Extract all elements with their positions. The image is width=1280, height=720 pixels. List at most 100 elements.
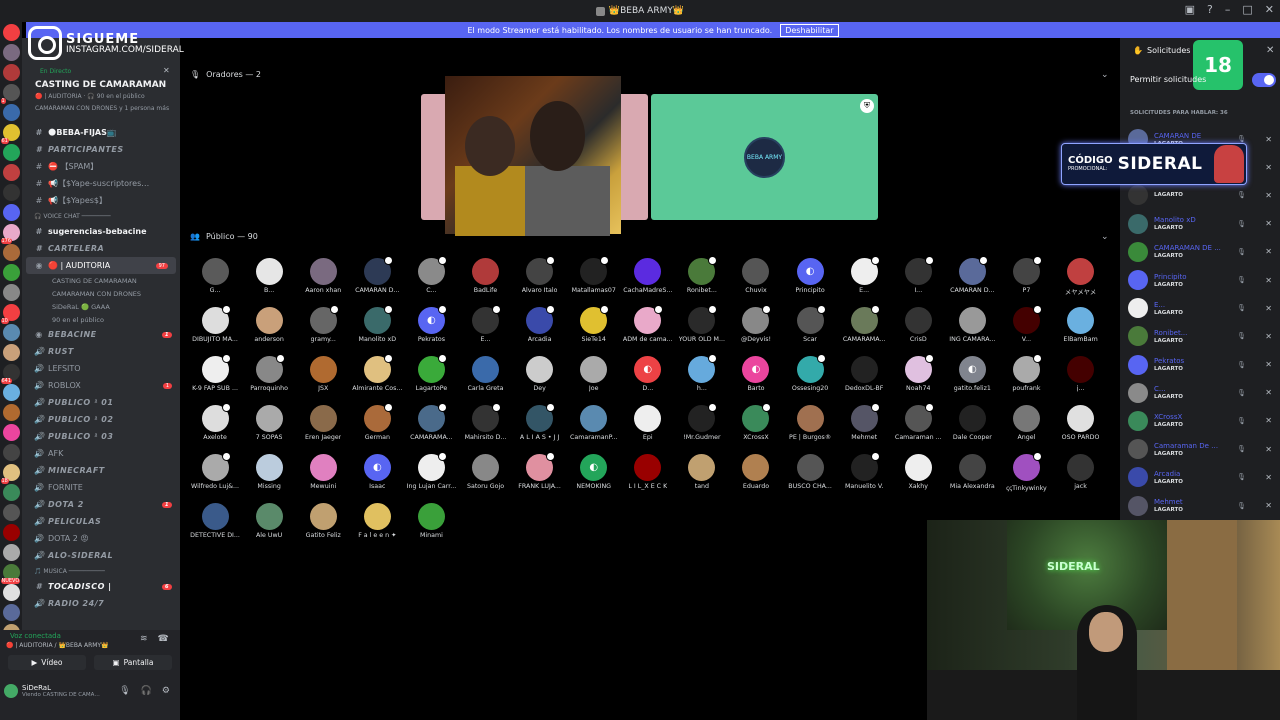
- speak-request-item[interactable]: Mehmet LAGARTO 🎙 ✕: [1128, 491, 1276, 519]
- audience-member[interactable]: I...: [891, 256, 945, 296]
- audience-member[interactable]: Ale UwU: [242, 503, 296, 541]
- dismiss-icon[interactable]: ✕: [1265, 360, 1272, 369]
- audience-member[interactable]: BadLife: [458, 258, 512, 296]
- audience-member[interactable]: ◐ Principito: [783, 258, 837, 296]
- invite-to-speak-icon[interactable]: 🎙: [1237, 502, 1246, 510]
- audience-member[interactable]: Xakhy: [891, 454, 945, 492]
- audience-member[interactable]: Mahirsito D...: [458, 403, 512, 443]
- speak-request-item[interactable]: Manolito xD LAGARTO 🎙 ✕: [1128, 210, 1276, 238]
- speak-request-item[interactable]: Arcadia LAGARTO 🎙 ✕: [1128, 463, 1276, 491]
- audience-member[interactable]: ◐ Pekratos: [404, 305, 458, 345]
- audience-member[interactable]: Dale Cooper: [945, 405, 999, 443]
- audience-member[interactable]: B...: [242, 258, 296, 296]
- audience-member[interactable]: Epi: [621, 405, 675, 443]
- video-button[interactable]: ▶ Vídeo: [8, 655, 86, 670]
- server-icon[interactable]: 176: [0, 224, 20, 244]
- audience-member[interactable]: Axelote: [188, 403, 242, 443]
- audience-member[interactable]: Ing Lujan Carr...: [404, 452, 458, 492]
- dismiss-icon[interactable]: ✕: [1265, 332, 1272, 341]
- invite-to-speak-icon[interactable]: 🎙: [1237, 191, 1246, 199]
- dismiss-icon[interactable]: ✕: [1265, 276, 1272, 285]
- server-icon[interactable]: [2, 384, 20, 401]
- audience-member[interactable]: Eren Jaeger: [296, 405, 350, 443]
- audience-member[interactable]: j...: [1054, 356, 1108, 394]
- dismiss-icon[interactable]: ✕: [1265, 191, 1272, 200]
- audience-member[interactable]: Chuvix: [729, 258, 783, 296]
- channel-item[interactable]: 🔊 FORNITE: [22, 479, 180, 496]
- dismiss-icon[interactable]: ✕: [1265, 219, 1272, 228]
- audience-member[interactable]: Satoru Gojo: [458, 454, 512, 492]
- chevron-down-icon[interactable]: ⌄: [1101, 70, 1109, 80]
- invite-to-speak-icon[interactable]: 🎙: [1237, 389, 1246, 397]
- invite-to-speak-icon[interactable]: 🎙: [1237, 473, 1246, 481]
- audience-member[interactable]: CamaramanP...: [567, 405, 621, 443]
- audience-member[interactable]: Mehmet: [837, 403, 891, 443]
- audience-member[interactable]: Dey: [513, 356, 567, 394]
- audience-member[interactable]: anderson: [242, 307, 296, 345]
- invite-to-speak-icon[interactable]: 🎙: [1237, 220, 1246, 228]
- audience-member[interactable]: ꞔꞔTinkywinky: [999, 452, 1053, 492]
- audience-member[interactable]: F a l e e n ✦: [350, 503, 404, 541]
- close-icon[interactable]: ✕: [1266, 45, 1274, 56]
- speak-request-item[interactable]: Ronibet... LAGARTO 🎙 ✕: [1128, 322, 1276, 350]
- channel-item[interactable]: 🔊 DOTA 2 1: [22, 496, 180, 513]
- channel-item[interactable]: 🔊 PUBLICO ¹ 01: [22, 394, 180, 411]
- audience-member[interactable]: Mewuini: [296, 454, 350, 492]
- audience-member[interactable]: Eduardo: [729, 454, 783, 492]
- avatar[interactable]: [4, 684, 18, 698]
- close-event-icon[interactable]: ✕: [163, 66, 170, 75]
- screen-share-button[interactable]: ▣ Pantalla: [94, 655, 172, 670]
- audience-member[interactable]: Mia Alexandra: [945, 454, 999, 492]
- invite-to-speak-icon[interactable]: 🎙: [1237, 248, 1246, 256]
- audience-member[interactable]: Manolito xD: [350, 305, 404, 345]
- audience-member[interactable]: Parroquinho: [242, 354, 296, 394]
- audience-member[interactable]: h...: [675, 354, 729, 394]
- audience-member[interactable]: ING CAMARA...: [945, 307, 999, 345]
- server-icon[interactable]: [2, 164, 20, 181]
- audience-member[interactable]: G...: [188, 258, 242, 296]
- audience-member[interactable]: ◐ D...: [621, 356, 675, 394]
- audience-member[interactable]: ◐ Isaac: [350, 454, 404, 492]
- help-icon[interactable]: ?: [1207, 3, 1213, 16]
- audience-member[interactable]: L I L_X E C K: [621, 454, 675, 492]
- audience-member[interactable]: YOUR OLD M...: [675, 305, 729, 345]
- audience-member[interactable]: JSX: [296, 356, 350, 394]
- audience-header[interactable]: 👥 Público — 90: [190, 232, 258, 241]
- audience-member[interactable]: DIBUJITO MA...: [188, 305, 242, 345]
- audience-member[interactable]: ADM de cama...: [621, 305, 675, 345]
- server-icon[interactable]: [2, 604, 20, 621]
- speak-request-item[interactable]: LAGARTO 🎙 ✕: [1128, 181, 1276, 209]
- channel-item[interactable]: # TOCADISCO | 6: [22, 578, 180, 595]
- audience-member[interactable]: Alvaro Italo: [513, 256, 567, 296]
- audience-member[interactable]: FRANK LUJA...: [513, 452, 567, 492]
- audience-member[interactable]: 7 SOPAS: [242, 405, 296, 443]
- channel-item[interactable]: 🔊 DOTA 2 😡: [22, 530, 180, 547]
- speak-request-item[interactable]: E... LAGARTO 🎙 ✕: [1128, 294, 1276, 322]
- audience-member[interactable]: Gatito Feliz: [296, 503, 350, 541]
- dismiss-icon[interactable]: ✕: [1265, 445, 1272, 454]
- audience-member[interactable]: Missing: [242, 454, 296, 492]
- channel-category[interactable]: 🎧 VOICE CHAT ────────: [22, 209, 180, 223]
- audience-member[interactable]: Joe: [567, 356, 621, 394]
- audience-member[interactable]: E...: [837, 256, 891, 296]
- channel-item[interactable]: 🔊 PUBLICO ¹ 02: [22, 411, 180, 428]
- server-icon[interactable]: [2, 144, 20, 161]
- audience-member[interactable]: Minami: [404, 503, 458, 541]
- server-icon[interactable]: [2, 264, 20, 281]
- audience-member[interactable]: @Deyvis!: [729, 305, 783, 345]
- audience-member[interactable]: ◐ NEMOKING: [567, 454, 621, 492]
- channel-item[interactable]: 🔊 ALO-SIDERAL: [22, 547, 180, 564]
- audience-member[interactable]: ElBamBam: [1054, 307, 1108, 345]
- server-icon[interactable]: [2, 24, 20, 41]
- server-icon[interactable]: [2, 544, 20, 561]
- audience-member[interactable]: DETECTIVE DI...: [188, 503, 242, 541]
- headset-icon[interactable]: 🎧: [141, 686, 152, 696]
- channel-item[interactable]: ◉ BEBACINE 1: [22, 326, 180, 343]
- audience-member[interactable]: Carla Greta: [458, 356, 512, 394]
- audience-member[interactable]: Angel: [999, 405, 1053, 443]
- server-icon[interactable]: 1: [0, 84, 20, 104]
- server-icon[interactable]: [2, 284, 20, 301]
- audience-member[interactable]: OSO PARDO: [1054, 405, 1108, 443]
- permit-requests-toggle[interactable]: [1252, 73, 1276, 87]
- invite-to-speak-icon[interactable]: 🎙: [1237, 417, 1246, 425]
